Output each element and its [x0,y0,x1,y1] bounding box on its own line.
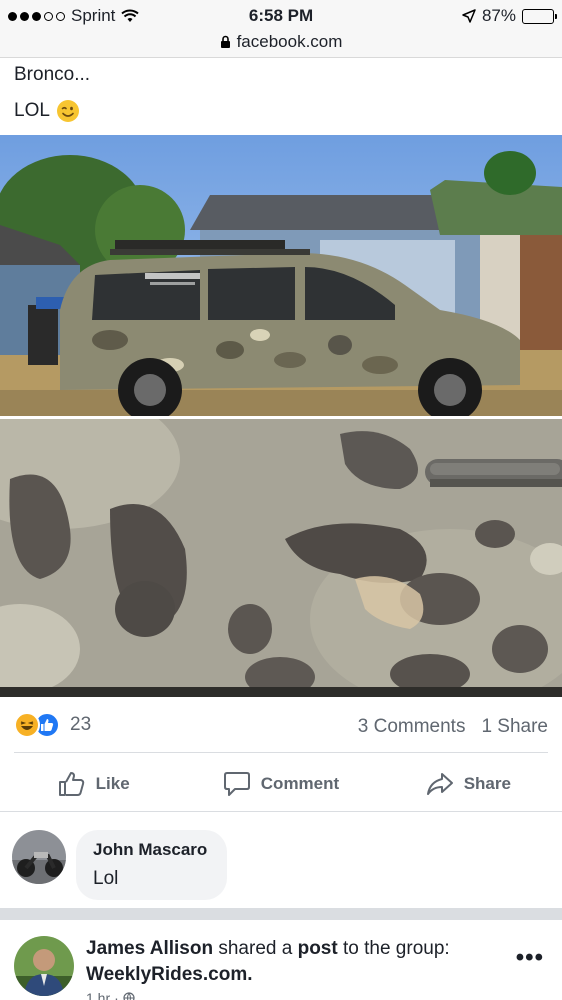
divider [0,811,562,812]
post-text-lol: LOL [14,100,50,121]
location-arrow-icon [462,9,476,23]
post-counts: 3 Comments 1 Share [358,716,548,738]
more-options-icon[interactable]: ••• [516,944,544,972]
comment-author[interactable]: John Mascaro [93,840,207,860]
globe-icon [123,992,135,1000]
lock-icon [220,35,230,48]
commenter-avatar[interactable] [12,830,66,884]
post-text-line-1: Bronco... [14,64,91,85]
reaction-count: 23 [70,714,92,735]
battery-icon [522,8,557,24]
like-label: Like [95,774,130,793]
post-photo-camo-closeup[interactable] [0,419,562,697]
poster-avatar[interactable] [14,936,74,996]
poster-name[interactable]: James Allison [86,938,213,959]
next-post-title: James Allison shared a post to the group… [86,936,496,988]
haha-reaction-icon [14,712,40,738]
comment-text: Lol [93,868,119,889]
shares-count-link[interactable]: 1 Share [481,716,548,738]
post-actions-bar: Like Comment Share [0,762,562,806]
winking-face-emoji-icon [56,100,79,122]
comment-bubble-icon [223,772,250,796]
comment-label: Comment [260,774,340,793]
like-button[interactable]: Like [0,762,187,806]
address-bar[interactable]: facebook.com [0,32,562,52]
reactions-summary[interactable]: 23 [14,712,91,738]
next-post-header: James Allison shared a post to the group… [14,936,548,1000]
comment-item: John Mascaro Lol [12,830,228,900]
battery-percent: 87% [481,6,516,25]
comment-bubble[interactable]: John Mascaro Lol [76,830,228,900]
group-link[interactable]: WeeklyRides.com. [86,964,253,985]
battery-status: 87% [462,6,557,26]
post-time[interactable]: 1 hr [86,990,110,1000]
thumbs-up-icon [58,772,84,796]
post-text-line-2: LOL [14,99,80,123]
share-button[interactable]: Share [375,762,562,806]
shared-verb: shared a [218,938,293,959]
comment-button[interactable]: Comment [187,762,374,806]
shared-post-link[interactable]: post [298,938,338,959]
post-photo-camo-van[interactable] [0,135,562,416]
url-text: facebook.com [236,32,343,51]
share-arrow-icon [426,773,453,795]
ios-status-bar: Sprint 6:58 PM 87% facebook.com [0,0,562,58]
divider [14,752,548,753]
post-meta: 1 hr · [86,990,496,1000]
shared-verb-2: to the group: [342,938,450,959]
comments-count-link[interactable]: 3 Comments [358,716,466,738]
share-label: Share [463,774,511,793]
post-separator [0,908,562,920]
